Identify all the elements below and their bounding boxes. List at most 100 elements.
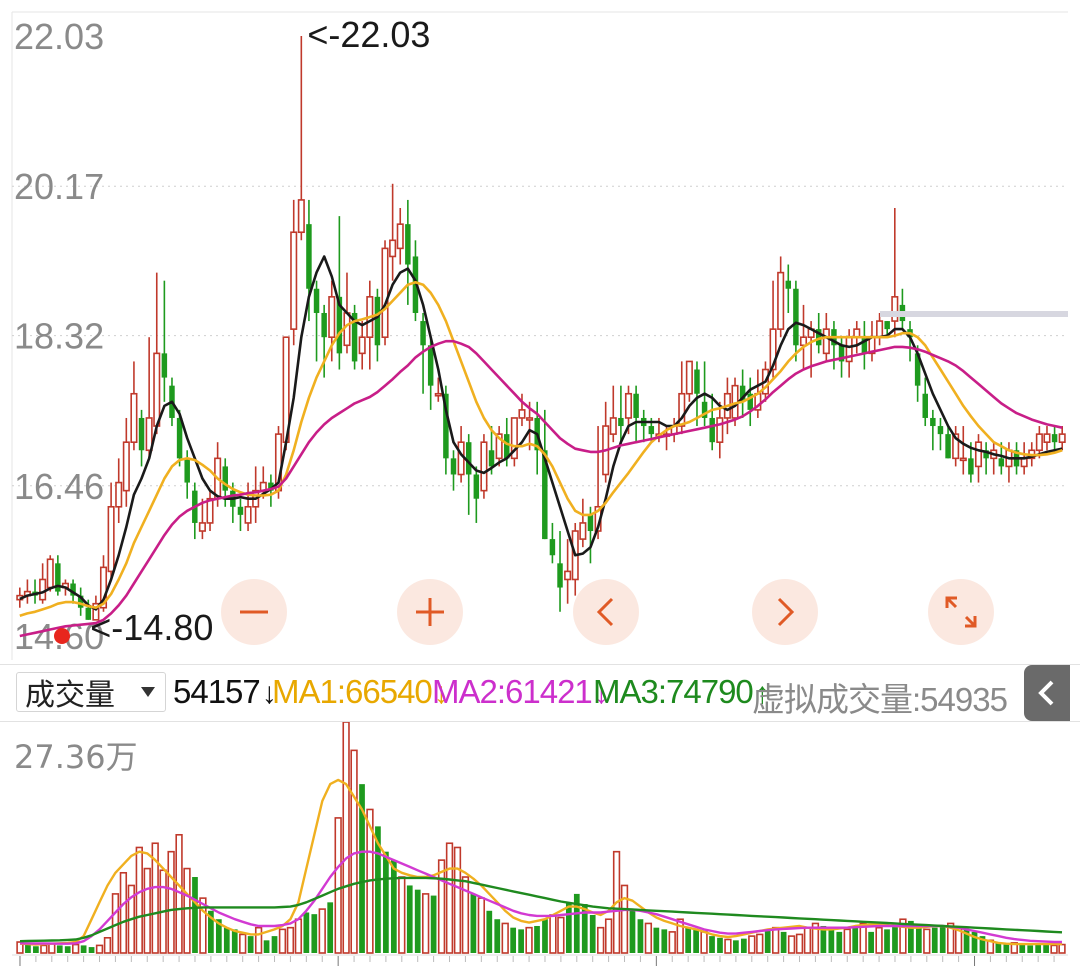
candle: [130, 361, 138, 451]
candle: [549, 522, 556, 564]
volume-bar: [923, 928, 931, 954]
candle: [297, 36, 305, 241]
candle: [77, 587, 84, 616]
candle: [450, 450, 457, 491]
zoom-out-button[interactable]: [221, 579, 287, 645]
volume-bar: [717, 937, 723, 953]
candle-body: [922, 393, 928, 418]
candle: [46, 555, 54, 592]
volume-bar: [644, 922, 653, 954]
next-button[interactable]: [752, 579, 818, 645]
volume-bar: [549, 914, 557, 954]
minus-icon: [240, 610, 268, 614]
collapse-panel-button[interactable]: [1024, 665, 1070, 721]
candle-body: [557, 563, 563, 588]
volume-bar: [421, 893, 430, 954]
volume-ma2-value: MA2:61421: [432, 673, 593, 710]
candle: [23, 579, 31, 604]
indicator-select[interactable]: 成交量: [16, 672, 166, 713]
volume-bar: [629, 910, 636, 953]
volume-bar: [342, 721, 350, 954]
volume-bar: [661, 929, 668, 953]
candle-body: [138, 417, 145, 451]
volume-bar: [709, 936, 715, 953]
zoom-in-button[interactable]: [397, 579, 463, 645]
virtual-volume: 虚拟成交量:54935: [752, 673, 1008, 721]
candle-body: [465, 442, 472, 475]
volume-bar: [311, 914, 318, 953]
candle-body: [222, 466, 228, 491]
price-tick-label: 22.03: [14, 16, 104, 57]
candle-body: [122, 441, 130, 492]
candle-body: [777, 271, 785, 330]
price-tick-label: 20.17: [14, 166, 104, 207]
volume-ma3: MA3:74790↑: [593, 673, 770, 711]
volume-bar: [1035, 944, 1042, 953]
volume-bar: [939, 925, 946, 953]
caret-down-icon: [141, 687, 155, 697]
volume-bar: [868, 931, 874, 953]
candle: [831, 321, 837, 370]
expand-icon: [945, 596, 977, 628]
candle-body: [998, 458, 1005, 467]
candle-body: [313, 288, 320, 313]
candle: [799, 304, 808, 370]
volume-bar: [724, 938, 732, 954]
volume-bar: [453, 846, 462, 954]
volume-bar: [303, 912, 310, 953]
candle-body: [945, 434, 951, 459]
candle: [785, 264, 792, 313]
candle: [922, 377, 928, 427]
candle-body: [457, 441, 465, 476]
candle: [358, 321, 366, 370]
volume-bar: [748, 935, 756, 954]
volume-bar: [620, 884, 629, 954]
volume-ma1-value: MA1:66540: [272, 673, 433, 710]
candle: [891, 208, 899, 338]
volume-bar: [637, 919, 644, 953]
candle-body: [579, 522, 587, 540]
candle: [161, 280, 168, 402]
current-marker-dot: [54, 628, 70, 644]
candle: [138, 409, 145, 467]
volume-bar: [406, 885, 413, 953]
volume-bar: [143, 867, 151, 954]
indicator-select-label: 成交量: [25, 678, 115, 713]
candle-body: [1051, 434, 1058, 443]
candle: [55, 555, 61, 596]
volume-bar: [995, 942, 1002, 953]
kline-chart[interactable]: 22.0320.1718.3216.4614.60 <-22.03 <-14.8…: [0, 0, 1080, 967]
candle: [366, 280, 374, 370]
candle: [777, 256, 785, 338]
candle: [480, 434, 488, 499]
price-ma-line-3: [19, 339, 1063, 638]
candle: [709, 393, 715, 451]
candle: [557, 531, 563, 612]
fullscreen-button[interactable]: [928, 579, 994, 645]
volume-bar: [40, 944, 48, 954]
volume-bar: [884, 929, 890, 953]
candle-body: [130, 392, 138, 443]
candle-body: [618, 417, 624, 427]
candle: [396, 208, 404, 265]
candle: [640, 409, 647, 443]
volume-bar: [294, 918, 303, 954]
candle-body: [297, 199, 305, 234]
candle: [473, 466, 480, 523]
candle-body: [518, 409, 526, 419]
candle-body: [716, 417, 724, 443]
candle-body: [153, 352, 161, 427]
volume-bar: [383, 851, 389, 953]
candle-body: [480, 441, 488, 492]
candle: [244, 482, 252, 532]
prev-button[interactable]: [573, 579, 639, 645]
candle: [351, 304, 358, 370]
volume-bar: [780, 931, 787, 953]
volume-ma3-value: MA3:74790: [593, 673, 754, 710]
volume-bar: [915, 927, 922, 953]
candle-body: [46, 558, 54, 589]
volume-bar: [80, 945, 87, 953]
candle: [1058, 426, 1066, 451]
volume-bar: [192, 877, 198, 953]
candle: [899, 288, 906, 330]
